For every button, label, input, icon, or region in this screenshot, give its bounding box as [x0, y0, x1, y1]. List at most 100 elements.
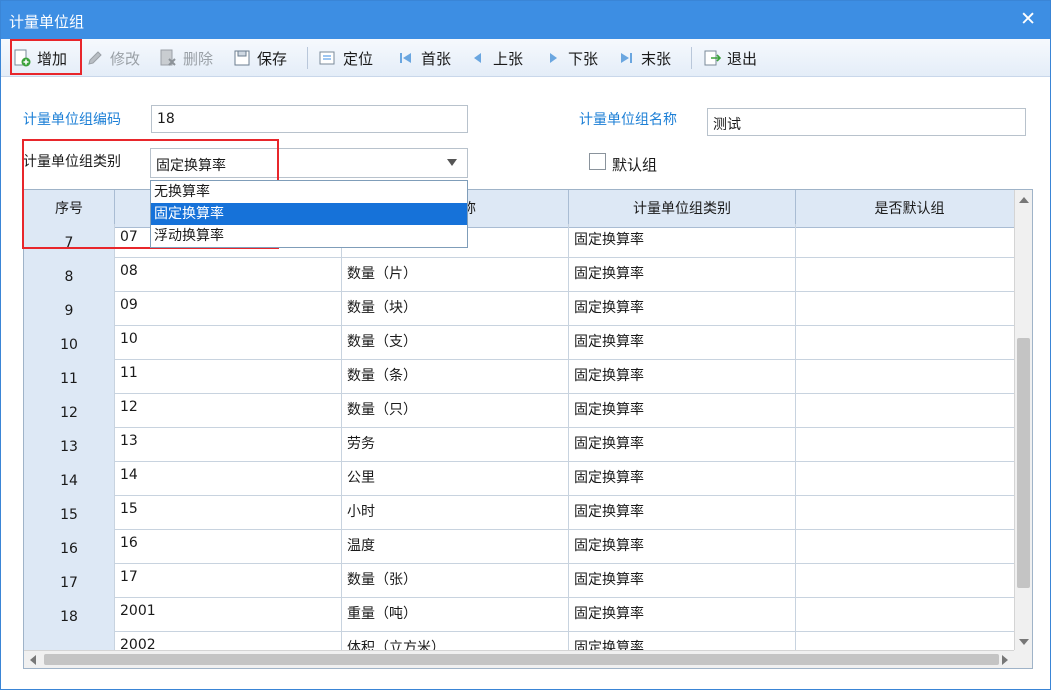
row-code-cell[interactable]: 14 [115, 462, 342, 496]
row-default-cell[interactable] [796, 530, 1024, 564]
chevron-down-icon[interactable] [447, 159, 457, 166]
row-default-cell[interactable] [796, 496, 1024, 530]
row-default-cell[interactable] [796, 462, 1024, 496]
table-row[interactable]: 8 08 数量（片） 固定换算率 [24, 258, 1024, 292]
row-type-cell[interactable]: 固定换算率 [569, 224, 796, 258]
row-code-cell[interactable]: 10 [115, 326, 342, 360]
row-name-cell[interactable]: 温度 [342, 530, 569, 564]
row-code-cell[interactable]: 09 [115, 292, 342, 326]
row-index-cell[interactable]: 14 [24, 462, 115, 496]
row-default-cell[interactable] [796, 292, 1024, 326]
column-header-default[interactable]: 是否默认组 [796, 190, 1024, 228]
next-button[interactable]: 下张 [544, 46, 598, 70]
vertical-scrollbar[interactable] [1014, 190, 1032, 652]
row-default-cell[interactable] [796, 394, 1024, 428]
row-default-cell[interactable] [796, 598, 1024, 632]
close-icon[interactable]: ✕ [1020, 8, 1036, 30]
edit-button[interactable]: 修改 [86, 46, 140, 70]
row-type-cell[interactable]: 固定换算率 [569, 598, 796, 632]
scroll-left-icon[interactable] [30, 655, 36, 665]
row-default-cell[interactable] [796, 258, 1024, 292]
table-row[interactable]: 11 11 数量（条） 固定换算率 [24, 360, 1024, 394]
row-type-cell[interactable]: 固定换算率 [569, 292, 796, 326]
row-name-cell[interactable]: 重量（吨） [342, 598, 569, 632]
row-name-cell[interactable]: 数量（张） [342, 564, 569, 598]
save-button[interactable]: 保存 [233, 46, 287, 70]
row-code-cell[interactable]: 13 [115, 428, 342, 462]
table-row[interactable]: 18 2001 重量（吨） 固定换算率 [24, 598, 1024, 632]
row-type-cell[interactable]: 固定换算率 [569, 564, 796, 598]
scroll-right-icon[interactable] [1002, 655, 1008, 665]
scroll-down-icon[interactable] [1019, 639, 1029, 645]
name-field[interactable]: 测试 [707, 108, 1026, 136]
column-header-index[interactable]: 序号 [24, 190, 115, 228]
add-button[interactable]: 增加 [13, 46, 67, 70]
default-group-checkbox[interactable] [589, 153, 606, 170]
row-default-cell[interactable] [796, 564, 1024, 598]
row-code-cell[interactable]: 08 [115, 258, 342, 292]
row-type-cell[interactable]: 固定换算率 [569, 258, 796, 292]
row-default-cell[interactable] [796, 360, 1024, 394]
table-row[interactable]: 14 14 公里 固定换算率 [24, 462, 1024, 496]
table-row[interactable]: 12 12 数量（只） 固定换算率 [24, 394, 1024, 428]
row-type-cell[interactable]: 固定换算率 [569, 462, 796, 496]
row-name-cell[interactable]: 劳务 [342, 428, 569, 462]
row-name-cell[interactable]: 数量（片） [342, 258, 569, 292]
row-name-cell[interactable]: 公里 [342, 462, 569, 496]
row-type-cell[interactable]: 固定换算率 [569, 360, 796, 394]
delete-button[interactable]: 删除 [159, 46, 213, 70]
first-button[interactable]: 首张 [397, 46, 451, 70]
table-row[interactable]: 13 13 劳务 固定换算率 [24, 428, 1024, 462]
row-name-cell[interactable]: 小时 [342, 496, 569, 530]
scroll-up-icon[interactable] [1019, 197, 1029, 203]
row-name-cell[interactable]: 数量（支） [342, 326, 569, 360]
row-name-cell[interactable]: 数量（块） [342, 292, 569, 326]
row-code-cell[interactable]: 16 [115, 530, 342, 564]
horizontal-scroll-thumb[interactable] [44, 654, 999, 665]
type-label: 计量单位组类别 [23, 154, 121, 170]
row-code-cell[interactable]: 15 [115, 496, 342, 530]
row-index-cell[interactable]: 18 [24, 598, 115, 632]
row-default-cell[interactable] [796, 428, 1024, 462]
dropdown-option-fixed[interactable]: 固定换算率 [151, 203, 467, 225]
prev-button[interactable]: 上张 [469, 46, 523, 70]
row-code-cell[interactable]: 11 [115, 360, 342, 394]
row-index-cell[interactable]: 16 [24, 530, 115, 564]
row-type-cell[interactable]: 固定换算率 [569, 530, 796, 564]
row-type-cell[interactable]: 固定换算率 [569, 326, 796, 360]
row-name-cell[interactable]: 数量（只） [342, 394, 569, 428]
row-default-cell[interactable] [796, 224, 1024, 258]
row-index-cell[interactable]: 17 [24, 564, 115, 598]
row-index-cell[interactable]: 12 [24, 394, 115, 428]
table-row[interactable]: 15 15 小时 固定换算率 [24, 496, 1024, 530]
locate-button[interactable]: 定位 [319, 46, 373, 70]
row-index-cell[interactable]: 13 [24, 428, 115, 462]
horizontal-scrollbar[interactable] [24, 650, 1014, 668]
row-type-cell[interactable]: 固定换算率 [569, 428, 796, 462]
row-index-cell[interactable]: 11 [24, 360, 115, 394]
row-index-cell[interactable]: 7 [24, 224, 115, 258]
row-index-cell[interactable]: 8 [24, 258, 115, 292]
row-code-cell[interactable]: 17 [115, 564, 342, 598]
table-row[interactable]: 10 10 数量（支） 固定换算率 [24, 326, 1024, 360]
row-code-cell[interactable]: 2001 [115, 598, 342, 632]
type-select[interactable]: 固定换算率 [150, 148, 468, 178]
row-default-cell[interactable] [796, 326, 1024, 360]
row-index-cell[interactable]: 9 [24, 292, 115, 326]
dropdown-option-floating[interactable]: 浮动换算率 [151, 225, 467, 247]
table-row[interactable]: 9 09 数量（块） 固定换算率 [24, 292, 1024, 326]
table-row[interactable]: 16 16 温度 固定换算率 [24, 530, 1024, 564]
row-type-cell[interactable]: 固定换算率 [569, 496, 796, 530]
code-field[interactable]: 18 [151, 105, 468, 133]
row-type-cell[interactable]: 固定换算率 [569, 394, 796, 428]
row-name-cell[interactable]: 数量（条） [342, 360, 569, 394]
dropdown-option-none[interactable]: 无换算率 [151, 181, 467, 203]
column-header-type[interactable]: 计量单位组类别 [569, 190, 796, 228]
last-button[interactable]: 末张 [617, 46, 671, 70]
row-index-cell[interactable]: 10 [24, 326, 115, 360]
table-row[interactable]: 17 17 数量（张） 固定换算率 [24, 564, 1024, 598]
row-code-cell[interactable]: 12 [115, 394, 342, 428]
vertical-scroll-thumb[interactable] [1017, 338, 1030, 588]
row-index-cell[interactable]: 15 [24, 496, 115, 530]
exit-button[interactable]: 退出 [703, 46, 757, 70]
